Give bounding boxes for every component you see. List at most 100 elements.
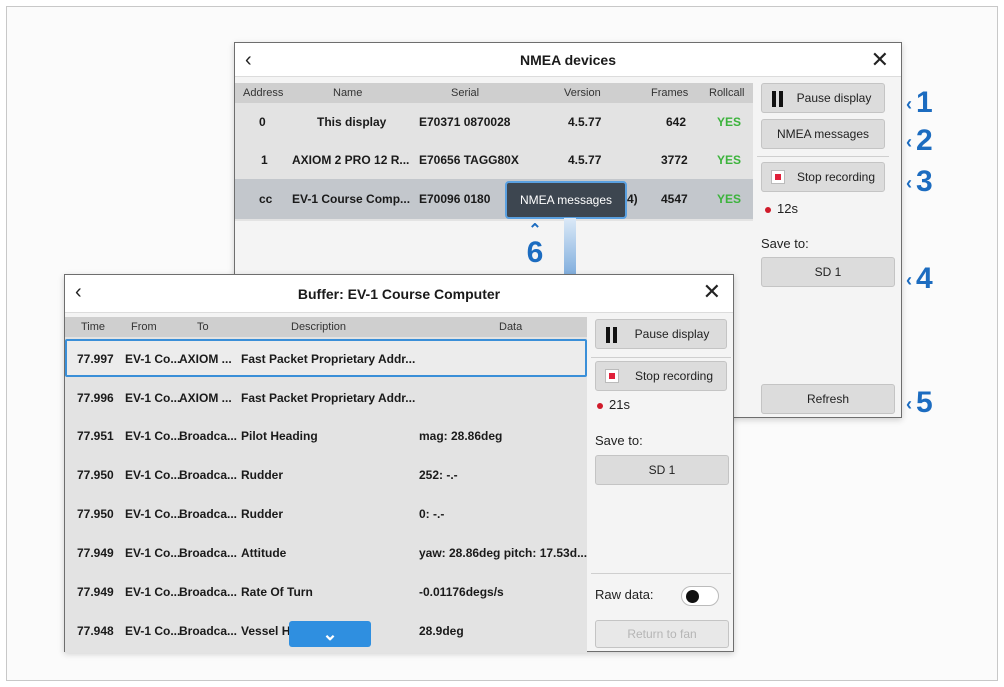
row-from: EV-1 Co... (125, 429, 181, 443)
table-row-selected[interactable]: cc EV-1 Course Comp... E70096 0180 4) 45… (235, 179, 753, 219)
buffer-titlebar: ‹ Buffer: EV-1 Course Computer ✕ (65, 275, 733, 313)
back-icon[interactable]: ‹ (245, 49, 252, 72)
row-address: 0 (259, 115, 266, 129)
table-row[interactable]: 77.949 EV-1 Co... Broadca... Rate Of Tur… (65, 573, 587, 611)
row-from: EV-1 Co... (125, 585, 181, 599)
table-row-selected[interactable]: 77.997 EV-1 Co... AXIOM ... Fast Packet … (65, 339, 587, 377)
recording-timer: 12s (765, 201, 798, 216)
chevron-left-icon: ‹ (906, 269, 912, 290)
table-row[interactable]: 77.951 EV-1 Co... Broadca... Pilot Headi… (65, 417, 587, 455)
row-data: 28.9deg (419, 624, 464, 638)
table-row[interactable]: 77.996 EV-1 Co... AXIOM ... Fast Packet … (65, 379, 587, 417)
return-to-fan-button[interactable]: Return to fan (595, 620, 729, 648)
row-to: Broadca... (179, 468, 238, 482)
row-description: Rudder (241, 468, 283, 482)
callout-2: ‹ 2 (906, 124, 933, 158)
callout-1: ‹ 1 (906, 86, 933, 120)
button-label: Pause display (796, 91, 872, 105)
save-to-select[interactable]: SD 1 (595, 455, 729, 485)
buffer-window: ‹ Buffer: EV-1 Course Computer ✕ Time Fr… (64, 274, 734, 653)
callout-number: 6 (526, 236, 544, 269)
chevron-left-icon: ‹ (906, 93, 912, 114)
timer-value: 21s (609, 397, 630, 412)
row-time: 77.949 (77, 546, 114, 560)
row-from: EV-1 Co... (125, 624, 181, 638)
col-name: Name (333, 87, 363, 99)
row-time: 77.951 (77, 429, 114, 443)
stop-recording-button[interactable]: Stop recording (761, 162, 885, 192)
row-data: 252: -.- (419, 468, 458, 482)
recording-timer: 21s (597, 397, 630, 412)
scroll-down-button[interactable]: ⌄ (289, 621, 371, 647)
chevron-left-icon: ‹ (906, 131, 912, 152)
table-row[interactable]: 0 This display E70371 0870028 4.5.77 642… (235, 103, 753, 141)
row-description: Rate Of Turn (241, 585, 313, 599)
recording-dot-icon (765, 206, 771, 213)
callout-number: 4 (916, 262, 933, 295)
row-serial: E70096 0180 (419, 192, 491, 206)
row-serial: E70656 TAGG80X (419, 153, 519, 167)
row-to: AXIOM ... (179, 352, 232, 366)
select-value: SD 1 (648, 463, 676, 477)
window-title: NMEA devices (520, 51, 616, 68)
close-icon[interactable]: ✕ (703, 279, 721, 305)
divider (591, 573, 731, 574)
col-rollcall: Rollcall (709, 87, 745, 99)
callout-number: 3 (916, 165, 933, 198)
callout-number: 2 (916, 124, 933, 157)
col-frames: Frames (651, 87, 689, 99)
save-to-label: Save to: (595, 433, 643, 448)
stop-recording-button[interactable]: Stop recording (595, 361, 727, 391)
table-row[interactable]: 77.950 EV-1 Co... Broadca... Rudder 252:… (65, 456, 587, 494)
row-time: 77.948 (77, 624, 114, 638)
row-rollcall: YES (717, 153, 742, 167)
callout-5: ‹ 5 (906, 386, 933, 420)
pause-display-button[interactable]: Pause display (595, 319, 727, 349)
back-icon[interactable]: ‹ (75, 281, 82, 304)
row-name: EV-1 Course Comp... (292, 192, 411, 206)
col-description: Description (291, 321, 347, 333)
save-to-select[interactable]: SD 1 (761, 257, 895, 287)
close-icon[interactable]: ✕ (871, 47, 889, 73)
row-description: Rudder (241, 507, 283, 521)
divider (591, 357, 731, 358)
callout-number: 1 (916, 86, 933, 119)
row-rollcall: YES (717, 192, 742, 206)
row-frames: 3772 (661, 153, 688, 167)
buffer-table-header: Time From To Description Data (65, 317, 587, 337)
row-to: Broadca... (179, 624, 238, 638)
nmea-messages-button[interactable]: NMEA messages (761, 119, 885, 149)
window-title: Buffer: EV-1 Course Computer (297, 285, 501, 302)
pause-icon (772, 91, 784, 107)
pause-display-button[interactable]: Pause display (761, 83, 885, 113)
table-row[interactable]: 77.950 EV-1 Co... Broadca... Rudder 0: -… (65, 495, 587, 533)
row-address: cc (259, 192, 273, 206)
callout-3: ‹ 3 (906, 165, 933, 199)
raw-data-toggle[interactable] (681, 586, 719, 606)
row-version: 4.5.77 (568, 153, 602, 167)
row-serial: E70371 0870028 (419, 115, 511, 129)
row-time: 77.950 (77, 468, 114, 482)
table-row[interactable]: 77.949 EV-1 Co... Broadca... Attitude ya… (65, 534, 587, 572)
select-value: SD 1 (814, 265, 842, 279)
row-from: EV-1 Co... (125, 468, 181, 482)
row-from: EV-1 Co... (125, 352, 181, 366)
button-label: Stop recording (634, 369, 714, 383)
row-from: EV-1 Co... (125, 391, 181, 405)
row-time: 77.997 (77, 352, 114, 366)
button-label: Refresh (806, 392, 850, 406)
row-name: AXIOM 2 PRO 12 R... (292, 153, 410, 167)
callout-4: ‹ 4 (906, 262, 933, 296)
row-from: EV-1 Co... (125, 507, 181, 521)
row-frames: 4547 (661, 192, 688, 206)
row-description: Fast Packet Proprietary Addr... (241, 391, 416, 405)
table-row[interactable]: 1 AXIOM 2 PRO 12 R... E70656 TAGG80X 4.5… (235, 141, 753, 179)
button-label: NMEA messages (776, 127, 870, 141)
devices-table: Address Name Serial Version Frames Rollc… (235, 83, 753, 221)
refresh-button[interactable]: Refresh (761, 384, 895, 414)
row-name: This display (317, 115, 387, 129)
nmea-messages-tooltip: NMEA messages (505, 181, 627, 219)
raw-data-label: Raw data: (595, 587, 654, 602)
divider (757, 156, 889, 157)
row-description: Vessel H (241, 624, 291, 638)
